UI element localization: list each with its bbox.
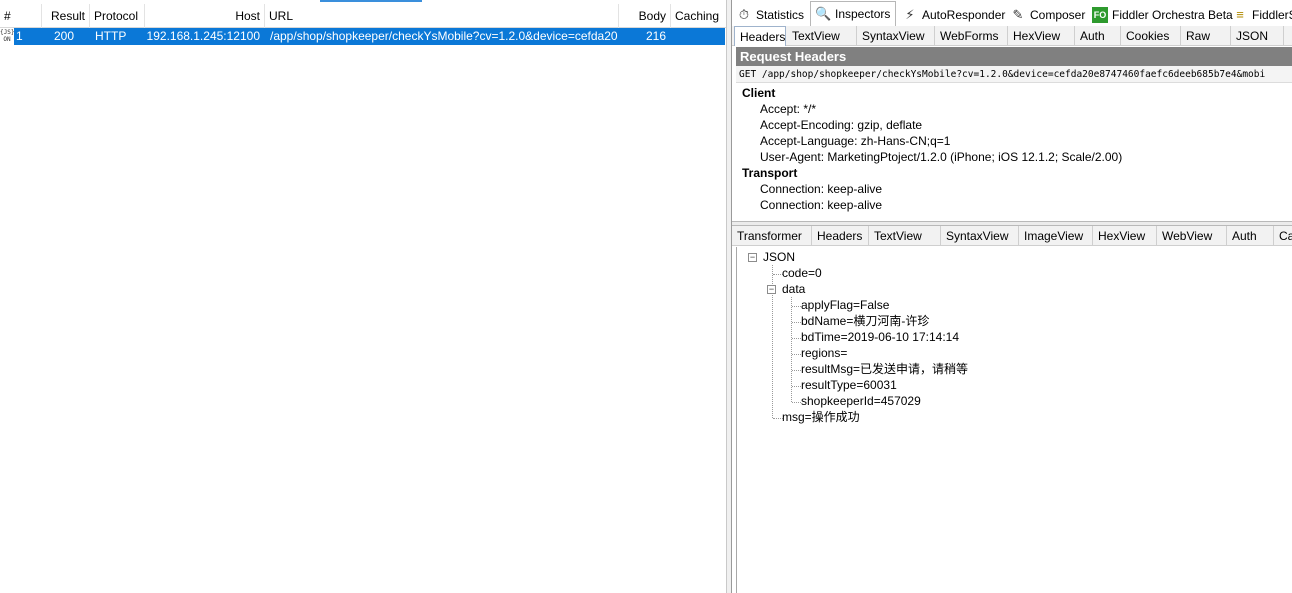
response-tab-auth[interactable]: Auth xyxy=(1227,226,1274,246)
json-node-shopkeeperid[interactable]: shopkeeperId=457029 xyxy=(801,393,921,409)
request-tab-hexview[interactable]: HexView xyxy=(1008,26,1075,46)
column-protocol[interactable]: Protocol xyxy=(90,4,145,28)
fiddler-window: # Result Protocol Host URL Body Caching … xyxy=(0,0,1292,593)
request-tab-headers[interactable]: Headers xyxy=(734,26,786,46)
response-tab-imageview[interactable]: ImageView xyxy=(1019,226,1093,246)
json-node-msg[interactable]: msg=操作成功 xyxy=(782,409,860,425)
inspectors-pane: ⏱ Statistics 🔍 Inspectors ⚡ AutoResponde… xyxy=(732,0,1292,593)
inspect-icon: 🔍 xyxy=(815,6,832,21)
tab-inspectors[interactable]: 🔍 Inspectors xyxy=(810,1,896,26)
column-result[interactable]: Result xyxy=(42,4,90,28)
header-connection: Connection: keep-alive xyxy=(760,198,883,212)
tree-line xyxy=(792,338,801,339)
session-body: 216 xyxy=(645,29,666,43)
toolbar-accent xyxy=(320,0,422,2)
response-tab-hexview[interactable]: HexView xyxy=(1093,226,1157,246)
tab-statistics-label: Statistics xyxy=(756,8,805,22)
request-tab-webforms[interactable]: WebForms xyxy=(935,26,1008,46)
main-tab-strip: ⏱ Statistics 🔍 Inspectors ⚡ AutoResponde… xyxy=(732,1,1292,26)
tab-fiddlerscript-label: FiddlerS xyxy=(1252,8,1292,22)
column-url[interactable]: URL xyxy=(265,4,619,28)
response-tab-textview[interactable]: TextView xyxy=(869,226,941,246)
header-accept: Accept: */* xyxy=(760,102,817,116)
collapse-icon[interactable]: − xyxy=(748,253,757,262)
json-tree-view: − JSON code=0 − data applyFlag=False bdN… xyxy=(736,247,1292,593)
response-tab-webview[interactable]: WebView xyxy=(1157,226,1227,246)
column-number[interactable]: # xyxy=(0,4,42,28)
session-host: 192.168.1.245:12100 xyxy=(146,29,260,43)
tree-line xyxy=(792,386,801,387)
tab-statistics[interactable]: ⏱ Statistics xyxy=(732,4,808,26)
request-tab-cookies[interactable]: Cookies xyxy=(1121,26,1181,46)
header-section-transport[interactable]: Transport xyxy=(742,165,797,181)
header-connection: Connection: keep-alive xyxy=(760,182,883,196)
json-node-bdname[interactable]: bdName=横刀河南-许珍 xyxy=(801,313,929,329)
header-accept-language: Accept-Language: zh-Hans-CN;q=1 xyxy=(760,134,951,148)
request-line[interactable]: GET /app/shop/shopkeeper/checkYsMobile?c… xyxy=(736,66,1292,83)
sessions-column-header: # Result Protocol Host URL Body Caching xyxy=(0,4,726,28)
request-tab-raw[interactable]: Raw xyxy=(1181,26,1231,46)
json-node-regions[interactable]: regions= xyxy=(801,345,847,361)
json-node-resultmsg[interactable]: resultMsg=已发送申请，请稍等 xyxy=(801,361,968,377)
session-row[interactable]: 1 200 HTTP 192.168.1.245:12100 /app/shop… xyxy=(14,28,725,45)
script-icon: ≡ xyxy=(1236,7,1244,22)
tab-composer-label: Composer xyxy=(1030,8,1086,22)
column-host[interactable]: Host xyxy=(145,4,265,28)
tree-line xyxy=(792,370,801,371)
json-node-resulttype[interactable]: resultType=60031 xyxy=(801,377,897,393)
session-protocol: HTTP xyxy=(95,29,127,43)
tree-line xyxy=(792,306,801,307)
response-tab-transformer[interactable]: Transformer xyxy=(732,226,812,246)
session-number: 1 xyxy=(16,29,23,43)
response-tab-caching[interactable]: Ca xyxy=(1274,226,1292,246)
json-node-applyflag[interactable]: applyFlag=False xyxy=(801,297,889,313)
json-root-node[interactable]: JSON xyxy=(763,249,795,265)
tree-line xyxy=(792,402,801,403)
json-node-code[interactable]: code=0 xyxy=(782,265,822,281)
response-tab-syntaxview[interactable]: SyntaxView xyxy=(941,226,1019,246)
header-user-agent: User-Agent: MarketingPtoject/1.2.0 (iPho… xyxy=(760,150,1123,164)
header-accept-encoding: Accept-Encoding: gzip, deflate xyxy=(760,118,923,132)
stopwatch-icon: ⏱ xyxy=(738,7,750,22)
tab-autoresponder-label: AutoResponder xyxy=(922,8,1006,22)
session-caching xyxy=(670,28,725,45)
json-node-data[interactable]: data xyxy=(782,281,805,297)
request-tab-strip: Headers TextView SyntaxView WebForms Hex… xyxy=(732,26,1292,46)
request-headers-title: Request Headers xyxy=(736,47,1292,66)
response-tab-strip: Transformer Headers TextView SyntaxView … xyxy=(732,226,1292,246)
session-result: 200 xyxy=(53,29,74,43)
tab-autoresponder[interactable]: ⚡ AutoResponder xyxy=(898,4,1006,26)
column-caching[interactable]: Caching xyxy=(671,4,726,28)
request-tab-textview[interactable]: TextView xyxy=(787,26,857,46)
sessions-pane: # Result Protocol Host URL Body Caching … xyxy=(0,0,726,593)
tab-fiddler-orchestra-label: Fiddler Orchestra Beta xyxy=(1112,8,1233,22)
json-session-icon: {JS} ON xyxy=(0,29,15,43)
tree-line xyxy=(792,322,801,323)
tab-fiddlerscript[interactable]: ≡ FiddlerS xyxy=(1228,4,1292,26)
json-node-bdtime[interactable]: bdTime=2019-06-10 17:14:14 xyxy=(801,329,959,345)
session-url: /app/shop/shopkeeper/checkYsMobile?cv=1.… xyxy=(270,29,618,43)
header-section-client[interactable]: Client xyxy=(742,85,775,101)
response-tab-headers[interactable]: Headers xyxy=(812,226,869,246)
tab-fiddler-orchestra[interactable]: FO Fiddler Orchestra Beta xyxy=(1088,4,1233,26)
pencil-icon: ✎ xyxy=(1012,7,1024,22)
tree-line xyxy=(792,354,801,355)
request-headers-panel: Request Headers GET /app/shop/shopkeeper… xyxy=(736,47,1292,219)
tab-composer[interactable]: ✎ Composer xyxy=(1006,4,1086,26)
collapse-icon[interactable]: − xyxy=(767,285,776,294)
fo-icon: FO xyxy=(1092,7,1108,23)
tab-inspectors-label: Inspectors xyxy=(835,7,891,21)
request-tab-json[interactable]: JSON xyxy=(1231,26,1284,46)
request-tab-auth[interactable]: Auth xyxy=(1075,26,1121,46)
column-body[interactable]: Body xyxy=(619,4,671,28)
lightning-icon: ⚡ xyxy=(905,7,915,22)
request-tab-syntaxview[interactable]: SyntaxView xyxy=(857,26,935,46)
